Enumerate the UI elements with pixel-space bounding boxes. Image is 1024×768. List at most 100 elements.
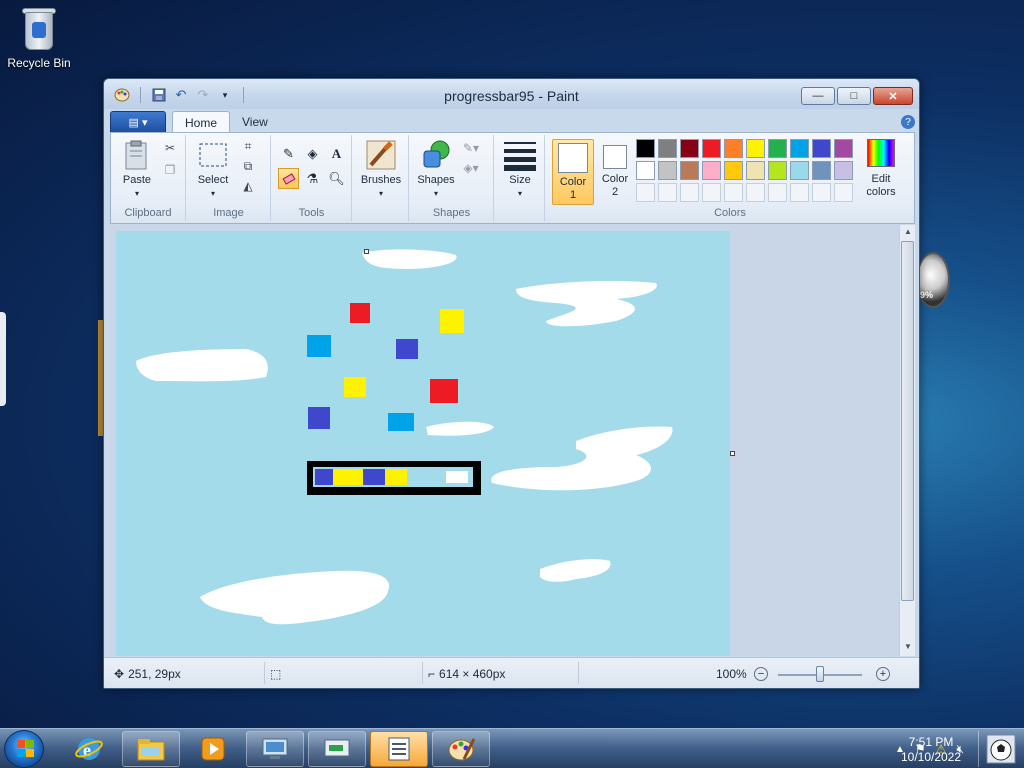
zoom-slider-thumb[interactable] [816, 666, 824, 682]
zoom-out-button[interactable]: − [754, 667, 768, 681]
tab-view[interactable]: View [230, 111, 280, 133]
palette-swatch[interactable] [812, 139, 831, 158]
title-bar[interactable]: ↶ ↷ ▾ progressbar95 - Paint — □ ✕ [104, 79, 919, 109]
scroll-down-icon[interactable]: ▼ [902, 642, 914, 654]
palette-swatch[interactable] [834, 183, 853, 202]
close-button[interactable]: ✕ [873, 87, 913, 105]
fill-shape-icon[interactable]: ◈▾ [462, 159, 480, 177]
palette-swatch[interactable] [790, 161, 809, 180]
user-avatar-icon[interactable] [978, 731, 1022, 767]
eraser-icon[interactable] [278, 168, 299, 189]
palette-swatch[interactable] [680, 183, 699, 202]
palette-swatch[interactable] [768, 139, 787, 158]
palette-swatch[interactable] [812, 183, 831, 202]
help-icon[interactable]: ? [901, 115, 915, 129]
color2-label: Color [601, 173, 629, 185]
palette-swatch[interactable] [658, 139, 677, 158]
shapes-group-label: Shapes [432, 207, 471, 219]
palette-swatch[interactable] [790, 139, 809, 158]
colors-label: Colors [714, 207, 746, 219]
shapes-icon [420, 139, 452, 171]
color2-button[interactable]: Color 2 [596, 139, 634, 205]
select-button[interactable]: Select ▾ [193, 139, 233, 200]
canvas-square [440, 309, 464, 333]
palette-swatch[interactable] [702, 161, 721, 180]
palette-swatch[interactable] [702, 139, 721, 158]
scrollbar-thumb[interactable] [901, 241, 914, 601]
clipboard-label: Clipboard [124, 207, 172, 219]
start-button[interactable] [4, 730, 44, 768]
size-button[interactable]: Size ▾ [501, 139, 539, 200]
palette-swatch[interactable] [724, 139, 743, 158]
cut-icon[interactable]: ✂ [161, 139, 179, 157]
brushes-button[interactable]: Brushes ▾ [355, 139, 407, 200]
palette-swatch[interactable] [724, 183, 743, 202]
color1-label: Color [559, 176, 587, 188]
palette-swatch[interactable] [768, 161, 787, 180]
palette-swatch[interactable] [702, 183, 721, 202]
remote-desktop-icon[interactable] [246, 731, 304, 767]
status-bar: ✥ 251, 29px ⬚ ⌐ 614 × 460px 100% − + [104, 657, 919, 688]
palette-swatch[interactable] [746, 161, 765, 180]
palette-swatch[interactable] [658, 161, 677, 180]
paint-task-icon[interactable] [432, 731, 490, 767]
palette-swatch[interactable] [834, 139, 853, 158]
palette-swatch[interactable] [636, 161, 655, 180]
zoom-in-button[interactable]: + [876, 667, 890, 681]
palette-swatch[interactable] [636, 139, 655, 158]
tab-home[interactable]: Home [172, 111, 231, 133]
palette-swatch[interactable] [834, 161, 853, 180]
media-player-icon[interactable] [184, 731, 242, 767]
palette-swatch[interactable] [746, 139, 765, 158]
color1-button[interactable]: Color 1 [552, 139, 594, 205]
select-label: Select [197, 174, 229, 186]
canvas-square [308, 407, 330, 429]
selection-icon: ⬚ [270, 667, 282, 681]
paste-button[interactable]: Paste ▾ [115, 139, 159, 200]
rotate-icon[interactable]: ◭ [239, 177, 257, 195]
palette-swatch[interactable] [680, 161, 699, 180]
internet-explorer-icon[interactable]: e [60, 731, 118, 767]
selection-size: ⬚ [270, 667, 285, 681]
outline-icon[interactable]: ✎▾ [462, 139, 480, 157]
canvas-workspace [110, 225, 899, 656]
scroll-up-icon[interactable]: ▲ [902, 227, 914, 239]
resize-icon[interactable]: ⧉ [239, 157, 257, 175]
palette-swatch[interactable] [636, 183, 655, 202]
fill-icon[interactable]: ◈ [302, 143, 323, 164]
minimize-button[interactable]: — [801, 87, 835, 105]
edit-colors-button[interactable]: Edit colors [856, 139, 906, 199]
color-picker-icon[interactable]: ⚗ [302, 168, 323, 189]
explorer-icon[interactable] [122, 731, 180, 767]
vertical-scrollbar[interactable]: ▲ ▼ [899, 225, 915, 656]
copy-icon[interactable]: ❐ [161, 161, 179, 179]
shapes-button[interactable]: Shapes ▾ [414, 139, 458, 200]
canvas-square [430, 379, 458, 403]
palette-swatch[interactable] [680, 139, 699, 158]
canvas-size-icon: ⌐ [428, 667, 436, 681]
palette-swatch[interactable] [812, 161, 831, 180]
selection-handle[interactable] [364, 249, 369, 254]
palette-swatch[interactable] [724, 161, 743, 180]
clock[interactable]: 7:51 PM 10/10/2022 [898, 735, 964, 765]
recycle-bin[interactable]: Recycle Bin [4, 6, 74, 70]
text-tool-icon[interactable]: A [326, 143, 347, 164]
paint-menu-button[interactable]: ▤ ▾ [110, 111, 166, 133]
maximize-button[interactable]: □ [837, 87, 871, 105]
palette-swatch[interactable] [790, 183, 809, 202]
pencil-icon[interactable]: ✎ [278, 143, 299, 164]
notepad-task-icon[interactable] [370, 731, 428, 767]
magnifier-icon[interactable]: 🔍︎ [326, 168, 347, 189]
drawing-canvas[interactable] [116, 231, 730, 656]
palette-swatch[interactable] [658, 183, 677, 202]
palette-swatch[interactable] [768, 183, 787, 202]
network-app-icon[interactable] [308, 731, 366, 767]
palette-swatch[interactable] [746, 183, 765, 202]
shapes-label: Shapes [417, 174, 455, 186]
tools-label: Tools [298, 207, 325, 219]
canvas-size-text: 614 × 460px [439, 667, 506, 681]
move-cursor-icon: ✥ [114, 667, 125, 681]
canvas-resize-handle-right[interactable] [730, 451, 735, 456]
ribbon-tabs: ▤ ▾ Home View ? [110, 109, 915, 133]
crop-icon[interactable]: ⌗ [239, 137, 257, 155]
